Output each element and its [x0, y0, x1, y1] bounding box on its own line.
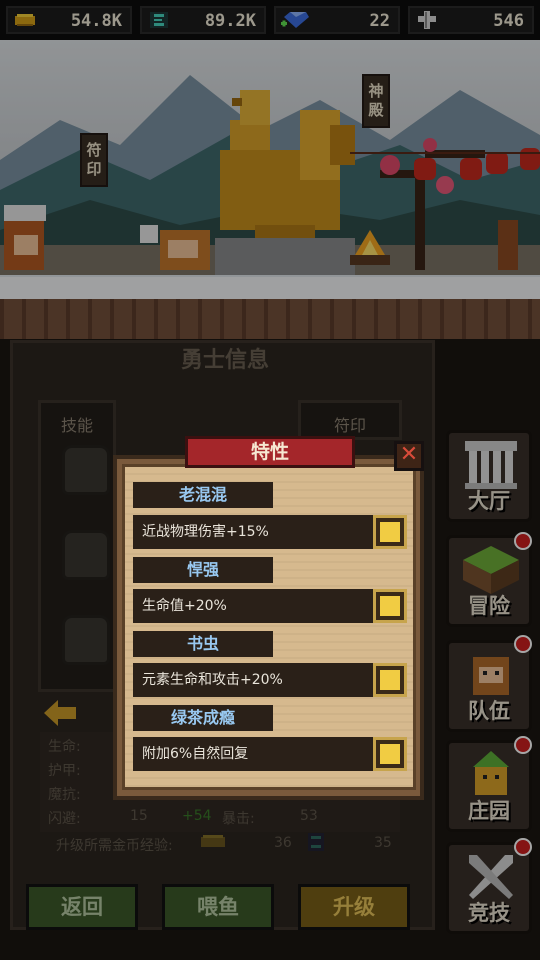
refresh-icon	[380, 670, 400, 690]
trait-change-button[interactable]	[373, 589, 407, 623]
refresh-icon	[380, 744, 400, 764]
trait-desc: 附加6%自然回复	[133, 737, 373, 771]
trait-change-button[interactable]	[373, 515, 407, 549]
trait-name: 老混混	[133, 482, 273, 508]
trait-name: 书虫	[133, 631, 273, 657]
trait-desc: 近战物理伤害+15%	[133, 515, 373, 549]
refresh-icon	[380, 596, 400, 616]
trait-change-button[interactable]	[373, 663, 407, 697]
close-icon: ✕	[399, 442, 419, 467]
trait-name: 绿茶成瘾	[133, 705, 273, 731]
refresh-icon	[380, 522, 400, 542]
dialog-title: 特性	[185, 436, 355, 468]
trait-change-button[interactable]	[373, 737, 407, 771]
close-button[interactable]: ✕	[394, 441, 424, 471]
trait-desc: 元素生命和攻击+20%	[133, 663, 373, 697]
trait-desc: 生命值+20%	[133, 589, 373, 623]
trait-name: 悍强	[133, 557, 273, 583]
